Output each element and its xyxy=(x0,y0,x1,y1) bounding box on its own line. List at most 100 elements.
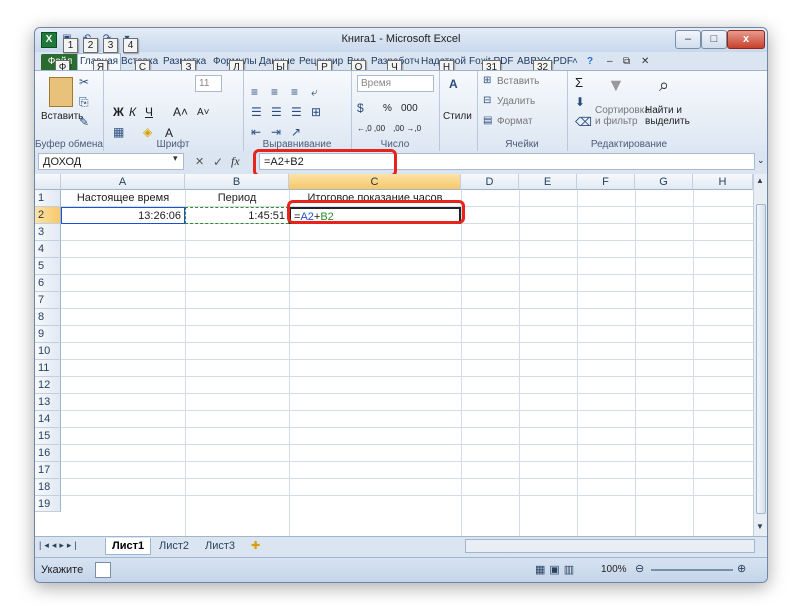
row-header[interactable]: 14 xyxy=(35,411,61,428)
paste-button[interactable]: Вставить xyxy=(41,111,83,122)
workbook-restore-icon[interactable]: ⧉ xyxy=(621,54,632,70)
sheet-tab-3[interactable]: Лист3 xyxy=(199,538,241,554)
row-header[interactable]: 12 xyxy=(35,377,61,394)
row-header[interactable]: 2 xyxy=(35,207,61,224)
column-header-b[interactable]: B xyxy=(185,174,289,190)
number-format-select[interactable]: Время xyxy=(357,75,434,92)
maximize-button[interactable]: □ xyxy=(701,30,727,49)
shrink-font-button[interactable]: A˅ xyxy=(197,107,210,118)
align-center-icon[interactable]: ☰ xyxy=(271,105,282,119)
cut-icon[interactable]: ✂ xyxy=(79,75,89,89)
column-header-c[interactable]: C xyxy=(289,174,461,190)
name-box-dropdown-icon[interactable]: ▾ xyxy=(173,153,178,164)
orientation-icon[interactable]: ↗ xyxy=(291,125,301,139)
cell-b2[interactable]: 1:45:51 xyxy=(185,207,289,224)
scrollbar-thumb[interactable] xyxy=(756,204,766,514)
cell-a2[interactable]: 13:26:06 xyxy=(61,207,185,224)
format-painter-icon[interactable]: ✎ xyxy=(79,115,89,129)
column-header-f[interactable]: F xyxy=(577,174,635,190)
column-header-d[interactable]: D xyxy=(461,174,519,190)
row-header[interactable]: 16 xyxy=(35,445,61,462)
decrease-decimal-button[interactable]: ,00 →,0 xyxy=(393,124,421,133)
format-cells-button[interactable]: Формат xyxy=(497,116,533,127)
row-header[interactable]: 7 xyxy=(35,292,61,309)
minimize-ribbon-icon[interactable]: ˄ xyxy=(570,54,580,70)
confirm-entry-icon[interactable]: ✓ xyxy=(213,155,223,169)
copy-icon[interactable]: ⎘ xyxy=(79,95,89,110)
column-header-g[interactable]: G xyxy=(635,174,693,190)
row-header[interactable]: 19 xyxy=(35,496,61,512)
column-header-h[interactable]: H xyxy=(693,174,753,190)
workbook-minimize-icon[interactable]: ‒ xyxy=(605,54,615,70)
vertical-scrollbar[interactable]: ▲ ▼ xyxy=(753,174,767,536)
align-middle-icon[interactable]: ≡ xyxy=(271,85,278,99)
underline-button[interactable]: Ч xyxy=(145,105,153,119)
minimize-button[interactable]: ‒ xyxy=(675,30,701,49)
row-header[interactable]: 4 xyxy=(35,241,61,258)
sort-filter-icon[interactable]: ▼ xyxy=(607,75,625,96)
format-cells-icon[interactable]: ▤ xyxy=(483,115,492,126)
fill-color-icon[interactable]: ◈ xyxy=(143,125,152,139)
sheet-tab-2[interactable]: Лист2 xyxy=(153,538,195,554)
font-size-select[interactable]: 11 xyxy=(195,75,222,92)
name-box[interactable]: ДОХОД xyxy=(38,153,184,170)
autosum-button[interactable]: Σ xyxy=(575,75,583,90)
row-header[interactable]: 9 xyxy=(35,326,61,343)
styles-button[interactable]: Стили xyxy=(443,111,472,122)
row-header[interactable]: 8 xyxy=(35,309,61,326)
row-header[interactable]: 15 xyxy=(35,428,61,445)
italic-button[interactable]: К xyxy=(129,105,136,119)
scroll-down-icon[interactable]: ▼ xyxy=(756,522,764,531)
increase-indent-icon[interactable]: ⇥ xyxy=(271,125,281,139)
zoom-out-icon[interactable]: ⊖ xyxy=(635,562,644,575)
column-header-e[interactable]: E xyxy=(519,174,577,190)
cell-a1[interactable]: Настоящее время xyxy=(61,190,185,207)
select-all-corner[interactable] xyxy=(35,174,61,190)
percent-button[interactable]: % xyxy=(383,103,392,114)
thousands-button[interactable]: 000 xyxy=(401,103,418,114)
scroll-up-icon[interactable]: ▲ xyxy=(756,176,764,185)
insert-cells-button[interactable]: Вставить xyxy=(497,76,539,87)
sort-filter-button[interactable]: Сортировка и фильтр xyxy=(595,105,650,127)
find-binoculars-icon[interactable]: ⌕ xyxy=(659,75,669,96)
insert-cells-icon[interactable]: ⊞ xyxy=(483,75,491,86)
clear-icon[interactable]: ⌫ xyxy=(575,115,592,129)
zoom-in-icon[interactable]: ⊕ xyxy=(737,562,746,575)
zoom-level[interactable]: 100% xyxy=(601,564,627,575)
horizontal-scrollbar[interactable] xyxy=(465,539,755,553)
styles-icon[interactable]: A xyxy=(449,77,458,91)
delete-cells-icon[interactable]: ⊟ xyxy=(483,95,491,106)
increase-decimal-button[interactable]: ←,0 ,00 xyxy=(357,124,385,133)
help-icon[interactable]: ? xyxy=(585,54,595,70)
row-header[interactable]: 11 xyxy=(35,360,61,377)
wrap-text-icon[interactable]: ⤶ xyxy=(311,85,318,100)
cell-b1[interactable]: Период xyxy=(185,190,289,207)
row-header[interactable]: 1 xyxy=(35,190,61,207)
align-left-icon[interactable]: ☰ xyxy=(251,105,262,119)
delete-cells-button[interactable]: Удалить xyxy=(497,96,535,107)
sheet-tab-1[interactable]: Лист1 xyxy=(105,538,152,555)
borders-icon[interactable]: ▦ xyxy=(113,125,124,139)
decrease-indent-icon[interactable]: ⇤ xyxy=(251,125,261,139)
align-top-icon[interactable]: ≡ xyxy=(251,85,258,99)
paste-icon[interactable] xyxy=(49,77,73,107)
expand-formula-bar-icon[interactable]: ⌄ xyxy=(757,155,765,166)
bold-button[interactable]: Ж xyxy=(113,105,124,119)
row-header[interactable]: 18 xyxy=(35,479,61,496)
cancel-entry-icon[interactable]: ✕ xyxy=(195,155,204,168)
fill-icon[interactable]: ⬇ xyxy=(575,95,585,109)
close-button[interactable]: x xyxy=(727,30,765,49)
row-header[interactable]: 5 xyxy=(35,258,61,275)
merge-center-icon[interactable]: ⊞ xyxy=(311,105,321,119)
font-color-button[interactable]: A xyxy=(165,126,173,140)
grow-font-button[interactable]: A˄ xyxy=(173,105,188,119)
zoom-slider[interactable] xyxy=(651,569,733,571)
view-buttons-icon[interactable]: ▦▣▥ xyxy=(535,563,578,576)
macro-record-icon[interactable] xyxy=(95,562,111,578)
align-right-icon[interactable]: ☰ xyxy=(291,105,302,119)
row-header[interactable]: 10 xyxy=(35,343,61,360)
column-header-a[interactable]: A xyxy=(61,174,185,190)
row-header[interactable]: 13 xyxy=(35,394,61,411)
sheet-nav-icon[interactable]: |◂◂▸▸| xyxy=(39,540,80,551)
row-header[interactable]: 17 xyxy=(35,462,61,479)
